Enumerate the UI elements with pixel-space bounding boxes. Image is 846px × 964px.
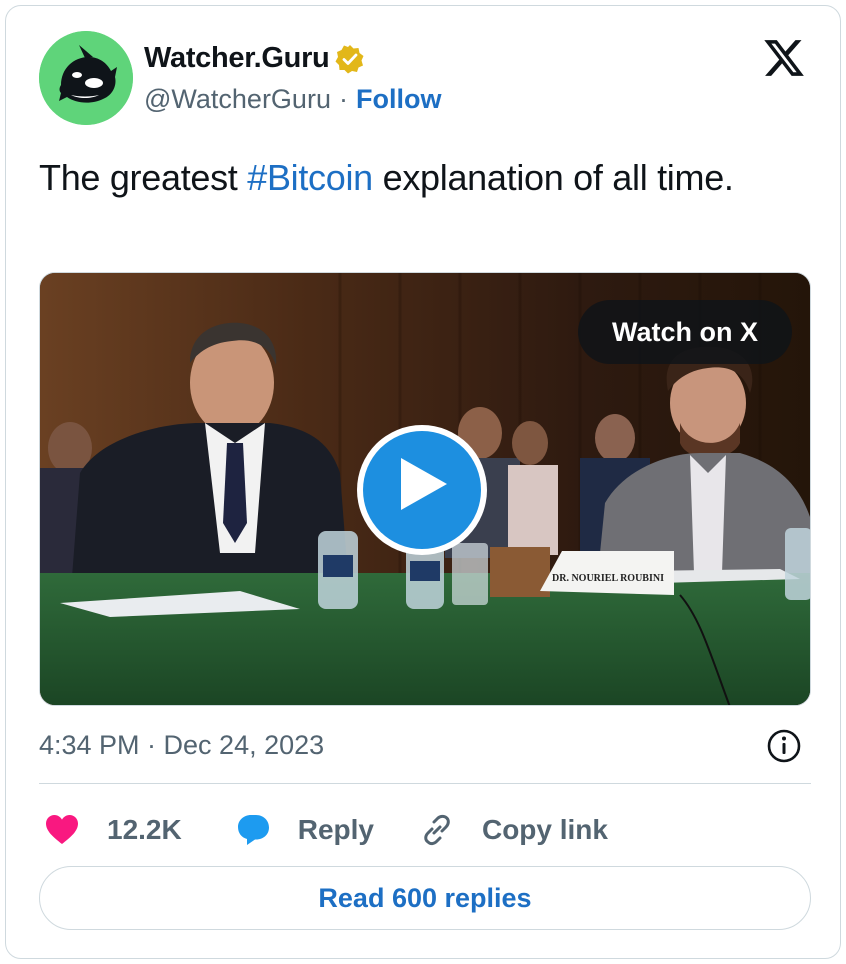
tweet-text: The greatest #Bitcoin explanation of all… xyxy=(39,154,759,202)
follow-button[interactable]: Follow xyxy=(356,84,441,115)
like-button[interactable]: 12.2K xyxy=(43,811,182,849)
copy-link-label: Copy link xyxy=(481,814,608,845)
copy-link-button[interactable]: Copy link xyxy=(418,811,608,849)
reply-button[interactable]: Reply xyxy=(234,811,374,849)
tweet-timestamp[interactable]: 4:34 PM · Dec 24, 2023 xyxy=(39,730,324,761)
author-handle-row: @WatcherGuru · Follow xyxy=(144,84,441,115)
tweet-text-part: The greatest xyxy=(39,157,248,198)
x-logo-icon[interactable] xyxy=(762,36,806,80)
author-handle[interactable]: @WatcherGuru xyxy=(144,84,331,115)
divider xyxy=(39,783,811,784)
link-icon xyxy=(418,811,456,849)
heart-icon xyxy=(43,811,81,849)
avatar[interactable] xyxy=(39,31,133,125)
reply-bubble-icon xyxy=(234,811,272,849)
nameplate-text: DR. NOURIEL ROUBINI xyxy=(552,573,664,584)
reply-label: Reply xyxy=(297,814,374,845)
video-player[interactable]: DR. NOURIEL ROUBINI Watch on X xyxy=(39,272,811,706)
tweet-text-part: explanation of all time. xyxy=(372,157,734,198)
play-icon xyxy=(401,458,447,510)
author-display-name[interactable]: Watcher.Guru xyxy=(144,42,330,75)
author-name-row: Watcher.Guru xyxy=(144,42,365,75)
play-button[interactable] xyxy=(357,425,487,555)
watch-on-x-button[interactable]: Watch on X xyxy=(578,300,792,364)
info-icon[interactable] xyxy=(766,728,802,764)
read-replies-button[interactable]: Read 600 replies xyxy=(39,866,811,930)
tweet-card: Watcher.Guru @WatcherGuru · Follow The g… xyxy=(5,5,841,959)
verified-badge-icon xyxy=(335,44,365,74)
separator: · xyxy=(338,84,348,114)
hashtag-link[interactable]: #Bitcoin xyxy=(247,157,373,198)
like-count: 12.2K xyxy=(107,814,182,845)
action-bar: 12.2K Reply Copy link xyxy=(39,808,608,852)
orca-logo-icon xyxy=(39,31,133,125)
